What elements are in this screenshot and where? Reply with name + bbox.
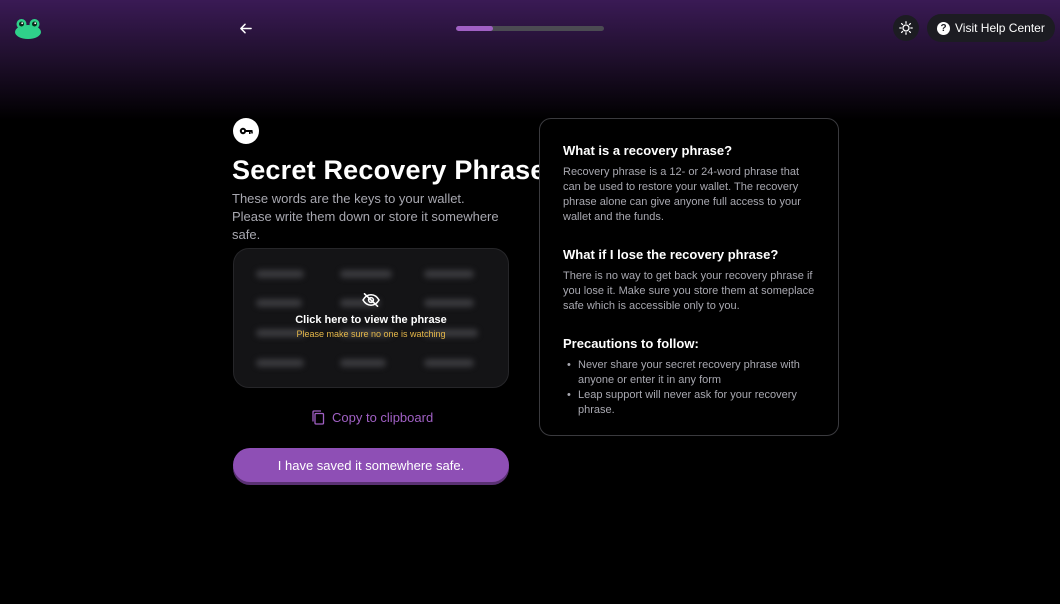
copy-to-clipboard-button[interactable]: Copy to clipboard: [311, 410, 433, 425]
blurred-word: [340, 270, 392, 278]
blurred-word: [424, 359, 474, 367]
confirm-saved-button[interactable]: I have saved it somewhere safe.: [233, 448, 509, 482]
list-item: Never share your secret recovery phrase …: [563, 358, 815, 388]
precautions-title: Precautions to follow:: [563, 336, 699, 351]
frog-logo-icon: [15, 19, 41, 39]
progress-fill: [456, 26, 493, 31]
precautions-section: Precautions to follow: Never share your …: [563, 336, 815, 418]
faq-question: What if I lose the recovery phrase?: [563, 247, 779, 262]
faq-question: What is a recovery phrase?: [563, 143, 733, 158]
blurred-word: [256, 359, 304, 367]
hidden-phrase-panel[interactable]: Click here to view the phrase Please mak…: [233, 248, 509, 388]
theme-toggle-button[interactable]: [893, 15, 919, 41]
reveal-title: Click here to view the phrase: [295, 314, 447, 326]
info-card: What is a recovery phrase? Recovery phra…: [539, 118, 839, 436]
reveal-warning: Please make sure no one is watching: [296, 329, 446, 339]
back-button[interactable]: [232, 15, 258, 41]
blurred-word: [424, 270, 474, 278]
question-circle-icon: ?: [937, 21, 950, 35]
key-badge: [233, 118, 259, 144]
faq-answer: Recovery phrase is a 12- or 24-word phra…: [563, 166, 801, 223]
key-icon: [239, 127, 253, 135]
arrow-left-icon: [239, 23, 252, 33]
blurred-word: [256, 270, 304, 278]
eye-off-icon: [362, 293, 380, 307]
faq-answer: There is no way to get back your recover…: [563, 270, 815, 312]
page-title: Secret Recovery Phrase: [232, 155, 546, 185]
faq-section: What if I lose the recovery phrase? Ther…: [563, 247, 815, 314]
sun-icon: [899, 21, 913, 35]
precautions-list: Never share your secret recovery phrase …: [563, 358, 815, 418]
faq-section: What is a recovery phrase? Recovery phra…: [563, 143, 815, 225]
reveal-overlay[interactable]: Click here to view the phrase Please mak…: [234, 293, 508, 339]
help-center-label: Visit Help Center: [955, 21, 1045, 35]
help-center-button[interactable]: ? Visit Help Center: [927, 14, 1055, 42]
onboarding-progress-bar: [456, 26, 604, 31]
copy-label: Copy to clipboard: [332, 410, 434, 425]
blurred-word: [340, 359, 386, 367]
page-subtitle: These words are the keys to your wallet.…: [232, 191, 499, 242]
copy-icon: [312, 410, 325, 425]
list-item: Leap support will never ask for your rec…: [563, 388, 815, 418]
